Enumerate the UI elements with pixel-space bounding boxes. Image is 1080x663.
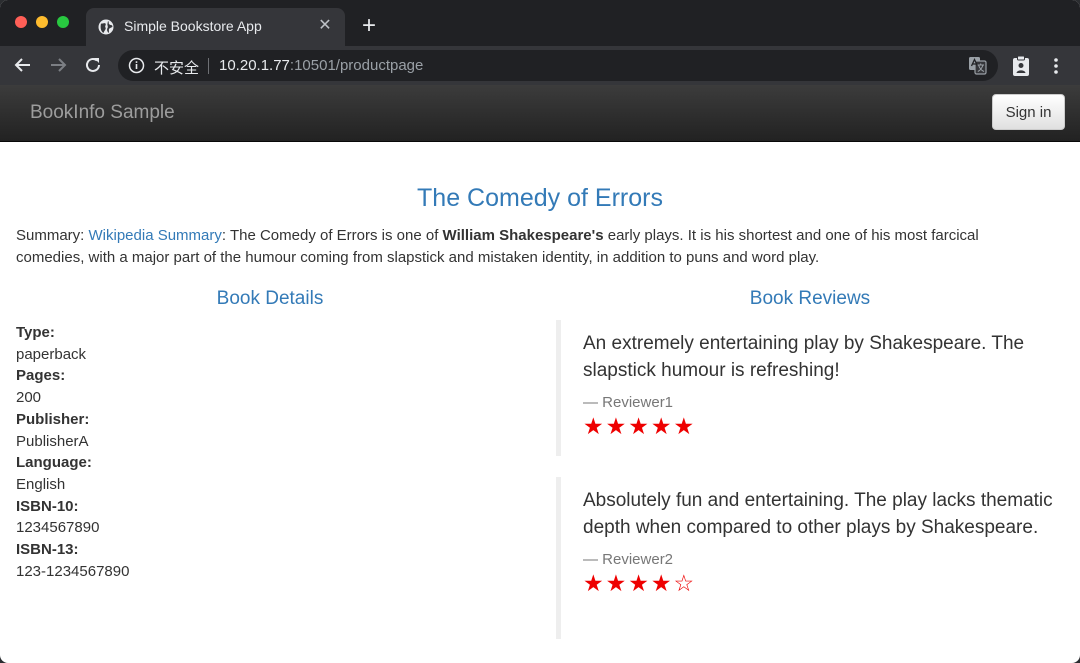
wikipedia-summary-link[interactable]: Wikipedia Summary (89, 227, 222, 244)
url-path: :10501/productpage (289, 57, 424, 74)
reviewer-name: — Reviewer2 (583, 551, 674, 568)
star-filled-icon: ★ (605, 413, 629, 439)
browser-tab[interactable]: Simple Bookstore App ✕ (86, 8, 345, 46)
star-filled-icon: ★ (583, 413, 606, 439)
forward-arrow-icon[interactable] (47, 54, 69, 76)
summary-prefix: Summary: (16, 227, 89, 244)
review-text: Absolutely fun and entertaining. The pla… (583, 490, 1053, 538)
tab-bar: Simple Bookstore App ✕ + (0, 0, 1080, 46)
detail-label-type: Type: (16, 324, 55, 341)
review-card: An extremely entertaining play by Shakes… (556, 320, 1063, 456)
star-filled-icon: ★ (673, 413, 697, 439)
book-details-heading: Book Details (216, 288, 324, 309)
detail-value-isbn10: 1234567890 (16, 519, 100, 537)
translate-icon[interactable] (968, 56, 987, 75)
detail-label-isbn10: ISBN-10: (16, 497, 79, 515)
reviewer-name: — Reviewer1 (583, 394, 674, 411)
url-host: 10.20.1.77 (219, 57, 290, 74)
page-content: The Comedy of Errors Summary: Wikipedia … (0, 142, 1080, 663)
globe-icon (98, 19, 114, 35)
url-text[interactable]: 10.20.1.77:10501/productpage (219, 57, 423, 74)
window-minimize-button[interactable] (36, 16, 48, 28)
summary-text-start: : The Comedy of Errors is one of (221, 227, 443, 244)
reload-icon[interactable] (82, 54, 104, 76)
detail-value-isbn13: 123-1234567890 (16, 562, 130, 580)
info-icon[interactable] (128, 57, 145, 74)
window-close-button[interactable] (15, 16, 27, 28)
address-bar[interactable]: 不安全 10.20.1.77:10501/productpage (118, 50, 998, 81)
star-rating: ★★★★☆ (583, 570, 1063, 597)
book-title: The Comedy of Errors (417, 184, 663, 212)
book-reviews-heading: Book Reviews (749, 288, 871, 309)
star-filled-icon: ★ (605, 570, 629, 596)
detail-label-publisher: Publisher: (16, 410, 90, 428)
browser-window: Simple Bookstore App ✕ + 不安全 10.20.1.77:… (0, 0, 1080, 663)
clipboard-extension-icon[interactable] (1012, 55, 1030, 77)
close-tab-icon[interactable]: ✕ (315, 16, 335, 36)
summary-author: William Shakespeare's (442, 227, 604, 244)
security-label: 不安全 (154, 60, 200, 77)
tab-title: Simple Bookstore App (124, 18, 262, 34)
detail-value-language: English (16, 475, 66, 493)
star-filled-icon: ★ (650, 413, 674, 439)
detail-value-type: paperback (16, 345, 87, 363)
star-filled-icon: ★ (628, 570, 651, 596)
address-divider (208, 58, 209, 74)
book-summary: Summary: Wikipedia Summary: The Comedy o… (16, 225, 1026, 269)
detail-value-pages: 200 (16, 389, 42, 407)
review-text: An extremely entertaining play by Shakes… (583, 333, 1025, 381)
star-filled-icon: ★ (628, 413, 651, 439)
detail-value-publisher: PublisherA (16, 432, 89, 450)
browser-toolbar: 不安全 10.20.1.77:10501/productpage (0, 46, 1080, 85)
app-navbar: BookInfo Sample Sign in (0, 85, 1080, 142)
star-empty-icon: ☆ (673, 570, 697, 596)
detail-label-pages: Pages: (16, 367, 66, 385)
star-rating: ★★★★★ (583, 413, 1063, 440)
window-maximize-button[interactable] (57, 16, 69, 28)
brand-link[interactable]: BookInfo Sample (30, 102, 175, 124)
sign-in-button[interactable]: Sign in (992, 94, 1065, 130)
back-arrow-icon[interactable] (12, 54, 34, 76)
book-details-list: Type: paperback Pages: 200 Publisher: Pu… (16, 322, 516, 582)
new-tab-button[interactable]: + (357, 14, 381, 38)
more-menu-icon[interactable] (1049, 55, 1063, 77)
star-filled-icon: ★ (650, 570, 674, 596)
review-card: Absolutely fun and entertaining. The pla… (556, 477, 1063, 639)
star-filled-icon: ★ (583, 570, 606, 596)
detail-label-language: Language: (16, 454, 92, 472)
detail-label-isbn13: ISBN-13: (16, 541, 79, 559)
